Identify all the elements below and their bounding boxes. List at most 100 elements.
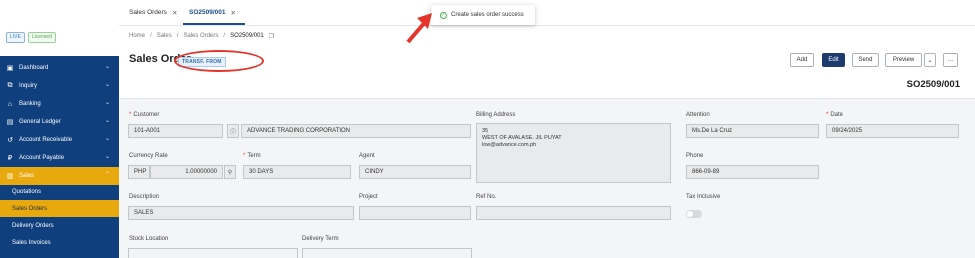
- phone-field[interactable]: 866-09-89: [686, 165, 819, 179]
- sidebar-item-label: Account Payable: [19, 155, 65, 161]
- add-button[interactable]: Add: [790, 53, 814, 67]
- chevron-down-icon: ⌄: [104, 118, 110, 124]
- sidebar-item-label: General Ledger: [19, 119, 61, 125]
- billing-line: WEST OF AVALASE. JIL PUYAT: [482, 135, 562, 141]
- description-field[interactable]: SALES: [128, 206, 354, 220]
- close-icon[interactable]: ✕: [172, 9, 177, 17]
- attention-label: Attention: [686, 112, 710, 118]
- sidebar-item-banking[interactable]: ⌂ Banking ⌄: [0, 95, 119, 113]
- phone-label: Phone: [686, 153, 704, 159]
- tab-so2509-001[interactable]: SO2509/001 ✕: [189, 9, 236, 17]
- sidebar-item-general-ledger[interactable]: ▤ General Ledger ⌄: [0, 113, 119, 131]
- term-label: * Term: [243, 153, 261, 159]
- breadcrumb-home[interactable]: Home: [129, 33, 145, 40]
- toast-message: Create sales order success: [451, 12, 524, 18]
- edit-button[interactable]: Edit: [822, 53, 845, 67]
- customer-name-field[interactable]: ADVANCE TRADING CORPORATION: [241, 124, 471, 138]
- customer-label: * Customer: [129, 112, 160, 118]
- sidebar-subitem-label: Sales Orders: [12, 205, 48, 212]
- breadcrumb: Home / Sales / Sales Orders / SO2509/001 ❐: [129, 33, 275, 40]
- sidebar-item-inquiry[interactable]: ⧉ Inquiry ⌄: [0, 77, 119, 95]
- delivery-term-label: Delivery Term: [302, 236, 339, 242]
- delivery-term-field[interactable]: [302, 248, 472, 258]
- project-field[interactable]: [359, 206, 471, 220]
- exchange-rate-field[interactable]: 1.00000000: [150, 165, 223, 179]
- tab-sales-orders[interactable]: Sales Orders ✕: [129, 9, 177, 17]
- chevron-down-icon: ⌄: [104, 64, 110, 70]
- sidebar-item-label: Account Receivable: [19, 137, 73, 143]
- customer-code-field[interactable]: 101-A001: [128, 124, 223, 138]
- chevron-down-icon: ⌄: [104, 154, 110, 160]
- sales-order-form: * Customer 101-A001 ⓘ ADVANCE TRADING COR…: [119, 98, 975, 258]
- app-window: LIVE Licensed ▣ Dashboard ⌄ ⧉ Inquiry ⌄ …: [0, 0, 975, 258]
- currency-field[interactable]: PHP: [128, 165, 150, 179]
- bank-icon: ⌂: [7, 100, 13, 108]
- tab-label: SO2509/001: [189, 9, 226, 16]
- sidebar: LIVE Licensed ▣ Dashboard ⌄ ⧉ Inquiry ⌄ …: [0, 0, 119, 258]
- stock-location-label: Stock Location: [129, 236, 169, 242]
- sidebar-item-account-receivable[interactable]: ↺ Account Receivable ⌄: [0, 131, 119, 149]
- chevron-down-icon: ⌄: [104, 100, 110, 106]
- sidebar-subitem-delivery-orders[interactable]: Delivery Orders: [0, 217, 119, 234]
- document-number: SO2509/001: [906, 79, 960, 90]
- check-circle-icon: ✓: [440, 11, 447, 19]
- tab-label: Sales Orders: [129, 9, 167, 16]
- copy-icon[interactable]: ❐: [269, 33, 274, 40]
- info-icon[interactable]: ⓘ: [227, 124, 239, 138]
- breadcrumb-sales-orders[interactable]: Sales Orders: [183, 33, 218, 40]
- more-button[interactable]: ...: [943, 53, 958, 67]
- project-label: Project: [359, 194, 378, 200]
- description-label: Description: [129, 194, 160, 200]
- sidebar-item-label: Dashboard: [19, 65, 49, 71]
- sidebar-nav: ▣ Dashboard ⌄ ⧉ Inquiry ⌄ ⌂ Banking ⌄ ▤ …: [0, 56, 119, 258]
- billing-line: low@advance.com.ph: [482, 142, 537, 148]
- billing-line: 35: [482, 128, 489, 134]
- sidebar-subitem-sales-orders[interactable]: Sales Orders: [0, 200, 119, 217]
- tax-inclusive-toggle[interactable]: [686, 210, 702, 218]
- stock-location-field[interactable]: [128, 248, 298, 258]
- ledger-icon: ▤: [6, 119, 14, 126]
- red-arrow-annotation: [406, 13, 432, 44]
- red-circle-annotation: [174, 50, 264, 72]
- sidebar-item-account-payable[interactable]: ₽ Account Payable ⌄: [0, 149, 119, 167]
- term-field[interactable]: 30 DAYS: [243, 165, 351, 179]
- close-icon[interactable]: ✕: [231, 9, 236, 17]
- chevron-up-icon: ⌃: [104, 172, 110, 178]
- date-label: * Date: [826, 112, 844, 118]
- attention-field[interactable]: Ms.De La Cruz: [686, 124, 819, 138]
- sales-icon: ▥: [6, 173, 14, 180]
- sidebar-subitem-label: Quotations: [12, 188, 42, 195]
- licensed-badge: Licensed: [27, 32, 56, 43]
- payable-icon: ₽: [7, 155, 13, 162]
- sidebar-subitem-quotations[interactable]: Quotations: [0, 183, 119, 200]
- live-badge: LIVE: [6, 32, 25, 43]
- sidebar-item-label: Banking: [19, 101, 41, 107]
- search-icon[interactable]: ⚲: [224, 165, 236, 179]
- agent-field[interactable]: CINDY: [359, 165, 471, 179]
- breadcrumb-sales[interactable]: Sales: [157, 33, 172, 40]
- breadcrumb-current: SO2509/001: [230, 33, 264, 39]
- send-button[interactable]: Send: [852, 53, 879, 67]
- chevron-down-icon: ⌄: [104, 136, 110, 142]
- dashboard-icon: ▣: [6, 65, 14, 72]
- billing-address-label: Billing Address: [476, 112, 516, 118]
- tax-inclusive-label: Tax Inclusive: [686, 194, 721, 200]
- agent-label: Agent: [359, 153, 375, 159]
- sidebar-subitem-label: Sales Invoices: [12, 239, 51, 246]
- sidebar-subitem-label: Delivery Orders: [12, 222, 54, 229]
- currency-rate-label: Currency Rate: [129, 153, 168, 159]
- success-toast: ✓ Create sales order success: [431, 5, 535, 25]
- date-field[interactable]: 09/24/2025: [826, 124, 959, 138]
- preview-dropdown-icon[interactable]: ⌄: [924, 53, 936, 67]
- active-tab-indicator: [183, 23, 245, 25]
- preview-button[interactable]: Preview: [885, 53, 922, 67]
- sidebar-item-label: Sales: [19, 173, 35, 179]
- sidebar-item-label: Inquiry: [19, 83, 38, 89]
- sidebar-item-dashboard[interactable]: ▣ Dashboard ⌄: [0, 59, 119, 77]
- sidebar-subitem-sales-invoices[interactable]: Sales Invoices: [0, 234, 119, 251]
- inquiry-icon: ⧉: [7, 82, 13, 89]
- chevron-down-icon: ⌄: [104, 82, 110, 88]
- env-badges: LIVE Licensed: [6, 32, 56, 43]
- billing-address-field[interactable]: 35 WEST OF AVALASE. JIL PUYAT low@advanc…: [476, 123, 671, 183]
- ref-no-field[interactable]: [476, 206, 671, 220]
